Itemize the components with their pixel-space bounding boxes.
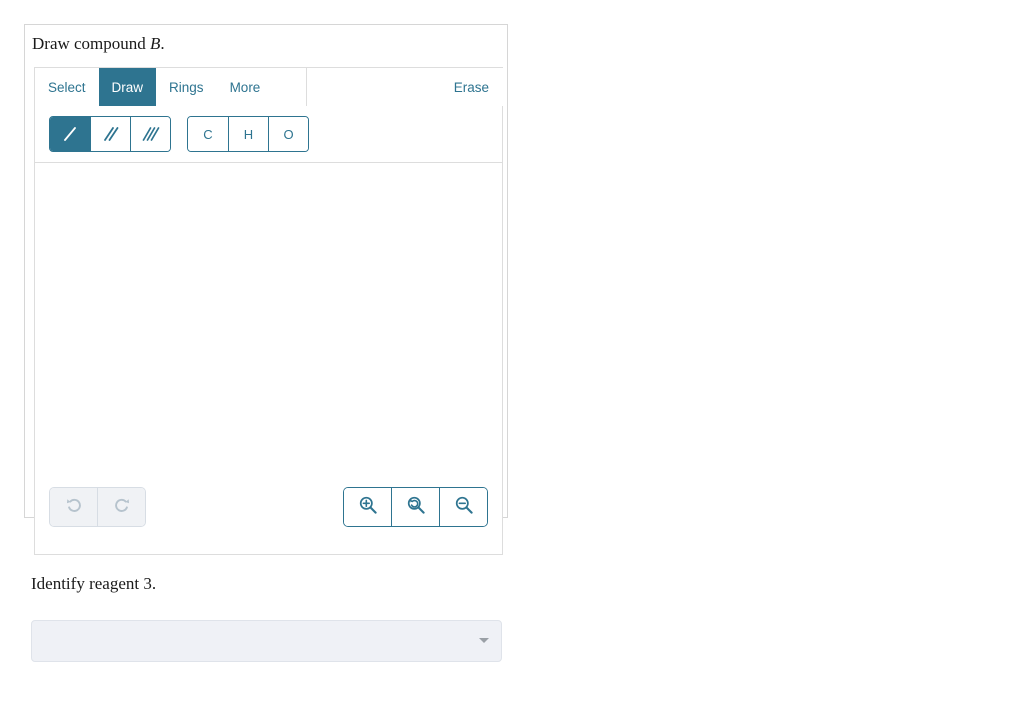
single-bond-icon [59,123,81,145]
reagent-select[interactable] [31,620,502,662]
zoom-reset-button[interactable] [391,488,439,526]
sketcher-tabs: Select Draw Rings More [34,67,307,106]
undo-button[interactable] [50,488,97,526]
draw-prompt-compound-label: B [150,34,161,53]
redo-button[interactable] [97,488,145,526]
drawing-canvas[interactable] [34,163,503,463]
redo-icon [112,495,132,520]
molecule-sketcher: Select Draw Rings More Erase C H O [34,67,503,555]
zoom-in-icon [357,494,379,521]
atom-tool-group: C H O [187,116,309,152]
sketcher-tabstrip: Select Draw Rings More Erase [34,67,503,106]
history-button-group [49,487,146,527]
zoom-button-group [343,487,488,527]
double-bond-button[interactable] [90,117,130,151]
tab-select[interactable]: Select [35,68,99,106]
draw-compound-prompt: Draw compound B. [32,33,165,55]
triple-bond-icon [140,123,162,145]
atom-button-oxygen[interactable]: O [268,117,308,151]
atom-button-carbon[interactable]: C [188,117,228,151]
zoom-reset-icon [405,494,427,521]
bond-tool-group [49,116,171,152]
zoom-out-button[interactable] [439,488,487,526]
draw-prompt-prefix: Draw compound [32,34,151,53]
draw-compound-card: Draw compound B. Select Draw Rings More … [24,24,508,555]
single-bond-button[interactable] [50,117,90,151]
double-bond-icon [100,123,122,145]
draw-prompt-suffix: . [160,34,165,53]
sketcher-bottom-bar [34,463,503,555]
tab-rings[interactable]: Rings [156,68,217,106]
triple-bond-button[interactable] [130,117,170,151]
zoom-in-button[interactable] [344,488,391,526]
erase-button[interactable]: Erase [440,68,503,106]
chevron-down-icon [479,638,489,643]
sketcher-toolbar: C H O [34,106,503,163]
identify-reagent-prompt: Identify reagent 3. [31,574,157,593]
atom-button-hydrogen[interactable]: H [228,117,268,151]
undo-icon [64,495,84,520]
zoom-out-icon [453,494,475,521]
tab-draw[interactable]: Draw [98,68,157,106]
tab-more[interactable]: More [217,68,274,106]
